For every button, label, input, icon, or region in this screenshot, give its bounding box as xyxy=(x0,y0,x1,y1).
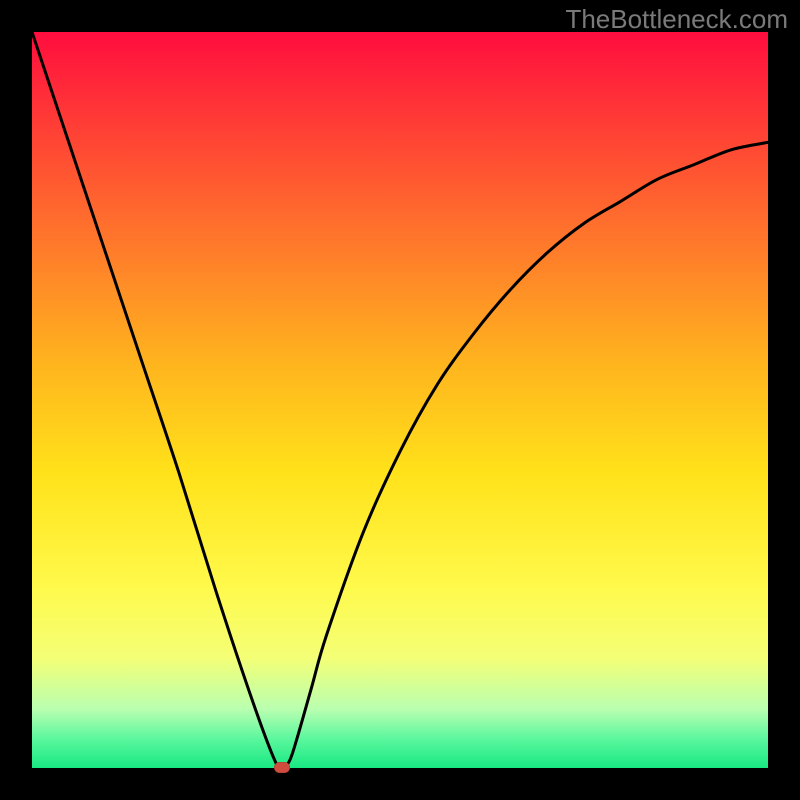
chart-frame: TheBottleneck.com xyxy=(0,0,800,800)
watermark-text: TheBottleneck.com xyxy=(565,4,788,35)
optimal-point-marker xyxy=(274,762,290,773)
plot-area xyxy=(32,32,768,768)
curve-svg xyxy=(32,32,768,768)
bottleneck-curve xyxy=(32,32,768,768)
